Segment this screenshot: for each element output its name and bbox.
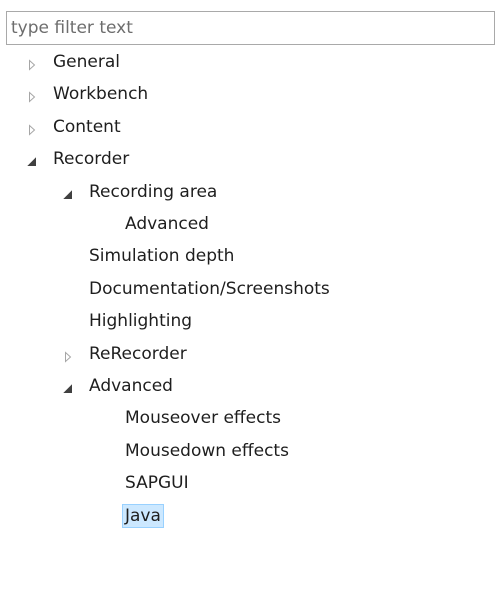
tree-item-documentation-screenshots[interactable]: Documentation/Screenshots <box>62 275 333 303</box>
tree-item-mousedown-effects[interactable]: Mousedown effects <box>98 437 292 465</box>
tree-item-label: ReRecorder <box>89 343 187 364</box>
tree-item-content[interactable]: Content <box>26 113 124 141</box>
tree-item-java[interactable]: Java <box>98 502 164 530</box>
expand-arrow-icon[interactable] <box>26 56 38 71</box>
tree-item-mouseover-effects[interactable]: Mouseover effects <box>98 404 284 432</box>
tree-item-general[interactable]: General <box>26 48 123 76</box>
tree-item-workbench[interactable]: Workbench <box>26 80 151 108</box>
tree-item-label: Advanced <box>125 214 209 234</box>
collapse-arrow-icon[interactable] <box>26 153 38 167</box>
tree-item-label: Java <box>122 503 164 528</box>
tree-item-advanced[interactable]: Advanced <box>62 372 176 400</box>
tree-item-label: Highlighting <box>89 311 193 332</box>
tree-item-label: SAPGUI <box>125 473 189 494</box>
expand-arrow-icon[interactable] <box>62 348 74 363</box>
tree-item-label: Mouseover effects <box>125 408 281 429</box>
preferences-tree: General Workbench Content Recorder Recording… <box>0 0 501 595</box>
tree-item-label: Recording area <box>89 181 218 202</box>
tree-item-sapgui[interactable]: SAPGUI <box>98 469 192 497</box>
tree-item-label: Simulation depth <box>89 246 235 267</box>
tree-item-label: Recorder <box>53 149 130 170</box>
tree-item-recording-area[interactable]: Recording area <box>62 178 220 206</box>
collapse-arrow-icon[interactable] <box>62 186 74 199</box>
tree-item-rerecorder[interactable]: ReRecorder <box>62 340 190 368</box>
expand-arrow-icon[interactable] <box>26 88 38 104</box>
tree-item-label: Content <box>53 116 121 137</box>
tree-item-highlighting[interactable]: Highlighting <box>62 307 195 335</box>
collapse-arrow-icon[interactable] <box>62 380 74 393</box>
tree-item-label: Workbench <box>53 84 149 105</box>
expand-arrow-icon[interactable] <box>26 121 38 136</box>
tree-item-simulation-depth[interactable]: Simulation depth <box>62 242 237 270</box>
tree-item-recorder[interactable]: Recorder <box>26 145 132 173</box>
tree-item-label: Documentation/Screenshots <box>89 278 330 299</box>
tree-item-label: Mousedown effects <box>125 440 289 461</box>
tree-item-label: Advanced <box>89 376 173 396</box>
tree-item-label: General <box>53 52 120 72</box>
tree-item-advanced[interactable]: Advanced <box>98 210 212 238</box>
